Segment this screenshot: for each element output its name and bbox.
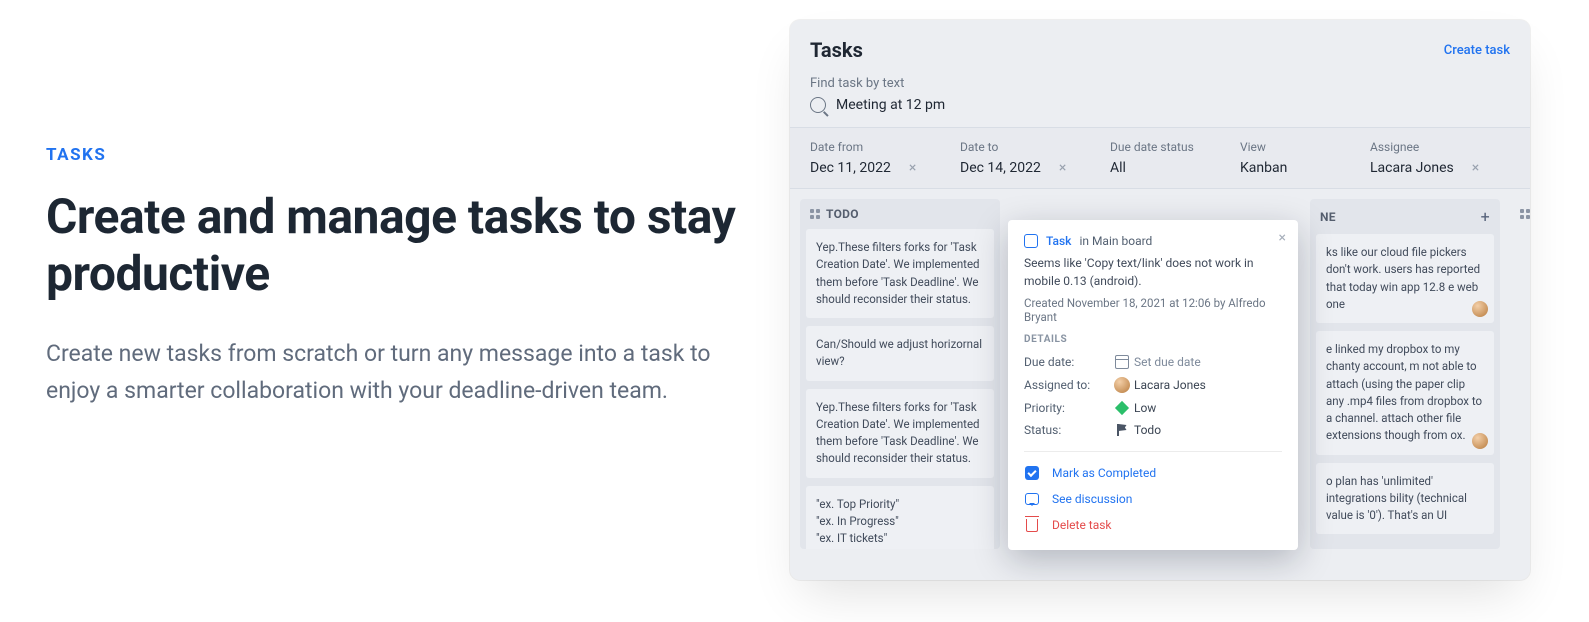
avatar-icon [1114,377,1130,393]
filters-bar: Date from Dec 11, 2022× Date to Dec 14, … [790,127,1530,189]
task-description: Seems like 'Copy text/link' does not wor… [1024,254,1282,290]
action-delete-task[interactable]: Delete task [1024,512,1282,538]
priority-icon [1115,401,1129,415]
column-header[interactable]: TODO [800,199,1000,229]
task-detail-popup: × Task in Main board Seems like 'Copy te… [1008,220,1298,550]
task-link[interactable]: Task [1046,234,1071,248]
task-card[interactable]: e linked my dropbox to my chanty account… [1316,331,1494,455]
popup-actions: Mark as Completed See discussion Delete … [1024,451,1282,538]
marketing-copy: TASKS Create and manage tasks to stay pr… [0,0,790,622]
search-input[interactable]: Meeting at 12 pm [810,97,1510,113]
row-status[interactable]: Status: Todo [1024,419,1282,441]
popup-title-row: Task in Main board [1024,234,1282,248]
avatar-icon [1472,433,1488,449]
row-due-date[interactable]: Due date: Set due date [1024,351,1282,373]
calendar-icon [1115,355,1129,369]
subheadline: Create new tasks from scratch or turn an… [46,336,726,410]
tasks-panel: Tasks Create task Find task by text Meet… [790,20,1530,580]
filter-date-to[interactable]: Date to Dec 14, 2022× [940,128,1090,188]
filter-date-from[interactable]: Date from Dec 11, 2022× [790,128,940,188]
headline: Create and manage tasks to stay producti… [46,189,770,302]
trash-icon [1026,519,1038,532]
row-assigned-to[interactable]: Assigned to: Lacara Jones [1024,373,1282,397]
clear-icon[interactable]: × [1472,160,1479,176]
task-checkbox[interactable] [1024,234,1038,248]
task-created-meta: Created November 18, 2021 at 12:06 by Al… [1024,296,1282,324]
eyebrow: TASKS [46,145,770,165]
row-priority[interactable]: Priority: Low [1024,397,1282,419]
task-card[interactable]: Yep.These filters forks for 'Task Creati… [806,229,994,318]
task-card[interactable]: ks like our cloud file pickers don't wor… [1316,234,1494,323]
drag-handle-icon[interactable] [1520,209,1530,219]
add-card-icon[interactable]: + [1481,207,1490,226]
chat-icon [1025,493,1039,505]
panel-title: Tasks [810,38,863,62]
details-header: DETAILS [1024,334,1282,345]
create-task-link[interactable]: Create task [1444,43,1510,58]
action-see-discussion[interactable]: See discussion [1024,486,1282,512]
task-card[interactable]: o plan has 'unlimited' integrations bili… [1316,463,1494,535]
filter-due-status[interactable]: Due date status All [1090,128,1220,188]
action-mark-completed[interactable]: Mark as Completed [1024,460,1282,486]
search-value: Meeting at 12 pm [836,97,945,113]
clear-icon[interactable]: × [909,160,916,176]
panel-header: Tasks Create task [790,20,1530,72]
filter-view[interactable]: View Kanban [1220,128,1350,188]
board-name: in Main board [1079,234,1152,248]
task-card[interactable]: Can/Should we adjust horizornal view? [806,326,994,381]
column-todo: TODO Yep.These filters forks for 'Task C… [800,199,1000,549]
task-card[interactable]: "ex. Top Priority" "ex. In Progress" "ex… [806,486,994,550]
search-label: Find task by text [810,76,1510,91]
filter-assignee[interactable]: Assignee Lacara Jones× [1350,128,1510,188]
close-icon[interactable]: × [1279,230,1286,246]
column-extra: E [1510,199,1530,549]
column-done: NE + ks like our cloud file pickers don'… [1310,199,1500,549]
search-icon [810,97,826,113]
clear-icon[interactable]: × [1059,160,1066,176]
column-header[interactable]: NE + [1310,199,1500,234]
column-header[interactable]: E [1510,199,1530,229]
flag-icon [1116,424,1128,436]
check-icon [1025,466,1039,480]
search-block: Find task by text Meeting at 12 pm [790,72,1530,127]
avatar-icon [1472,301,1488,317]
drag-handle-icon[interactable] [810,209,820,219]
task-card[interactable]: Yep.These filters forks for 'Task Creati… [806,389,994,478]
